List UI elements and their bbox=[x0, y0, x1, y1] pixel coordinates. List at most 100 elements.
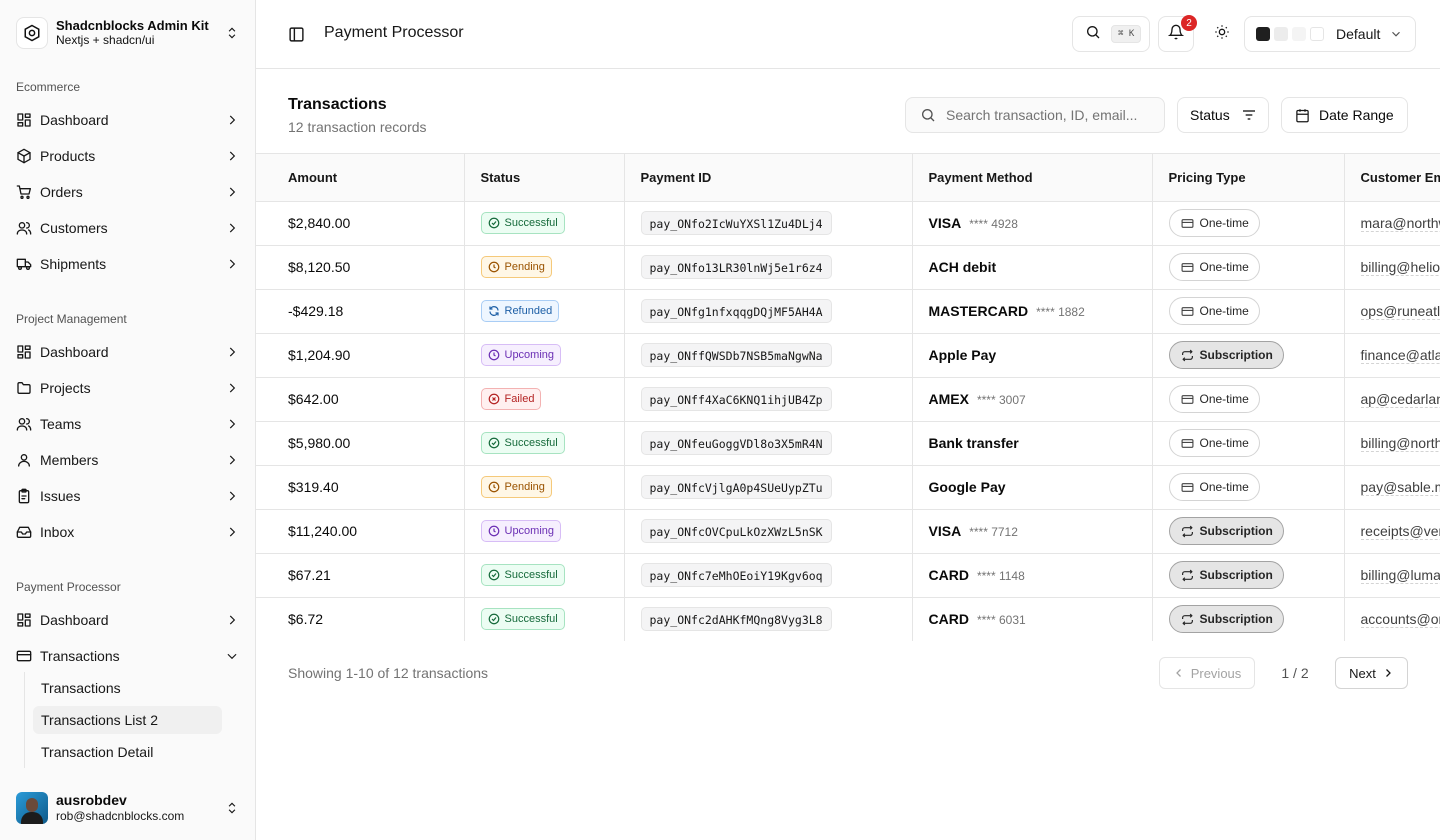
table-row[interactable]: $2,840.00 Successful pay_ONfo2IcWuYXSl1Zu4… bbox=[256, 201, 1440, 246]
column-header-customer-email[interactable]: Customer Email bbox=[1344, 154, 1440, 202]
customer-email[interactable]: pay@sable.mx bbox=[1360, 479, 1440, 496]
sidebar-item-dashboard[interactable]: Dashboard bbox=[8, 336, 248, 368]
payment-id[interactable]: pay_ONff4XaC6KNQ1ihjUB4Zp bbox=[640, 387, 832, 411]
payment-id[interactable]: pay_ONfcVjlgA0p4SUeUypZTu bbox=[640, 475, 832, 499]
previous-page-button[interactable]: Previous bbox=[1159, 657, 1255, 689]
customer-email-cell: ap@cedarlane.io bbox=[1344, 377, 1440, 422]
team-switcher[interactable]: Shadcnblocks Admin Kit Nextjs + shadcn/u… bbox=[16, 16, 240, 50]
sidebar-item-label: Transactions bbox=[40, 648, 120, 664]
sidebar-item-transactions[interactable]: Transactions bbox=[8, 640, 248, 672]
transaction-search[interactable] bbox=[905, 97, 1165, 133]
customer-email[interactable]: ops@runeatlas.dev bbox=[1360, 303, 1440, 320]
table-row[interactable]: $11,240.00 Upcoming pay_ONfcOVCpuLkOzXWzL5… bbox=[256, 509, 1440, 554]
table-row[interactable]: $67.21 Successful pay_ONfc7eMhOEoiY19Kgv6o… bbox=[256, 553, 1440, 598]
column-header-amount[interactable]: Amount bbox=[256, 154, 465, 202]
table-row[interactable]: $319.40 Pending pay_ONfcVjlgA0p4SUeUypZTu G… bbox=[256, 465, 1440, 510]
table-row[interactable]: $642.00 Failed pay_ONff4XaC6KNQ1ihjUB4Zp AM… bbox=[256, 377, 1440, 422]
date-range-button[interactable]: Date Range bbox=[1281, 97, 1408, 133]
amount-cell: $67.21 bbox=[256, 553, 465, 598]
status-badge: Upcoming bbox=[480, 344, 562, 366]
column-header-status[interactable]: Status bbox=[464, 154, 625, 202]
status-successful-icon bbox=[488, 217, 505, 229]
customer-email[interactable]: finance@atlasworks.co bbox=[1360, 347, 1440, 364]
customer-email[interactable]: accounts@orbit.so bbox=[1360, 611, 1440, 628]
sidebar-item-customers[interactable]: Customers bbox=[8, 212, 248, 244]
table-header-row: Amount Status Payment ID Payment Method … bbox=[256, 154, 1440, 202]
status-label: Successful bbox=[504, 437, 558, 449]
chevron-right-icon bbox=[224, 488, 240, 504]
sidebar-item-inbox[interactable]: Inbox bbox=[8, 516, 248, 548]
customer-email-cell: receipts@vertex.ai bbox=[1344, 509, 1440, 554]
status-label: Pending bbox=[504, 481, 545, 493]
payment-id[interactable]: pay_ONffQWSDb7NSB5maNgwNa bbox=[640, 343, 832, 367]
payment-id[interactable]: pay_ONfc7eMhOEoiY19Kgv6oq bbox=[640, 563, 832, 587]
user-menu[interactable]: ausrobdev rob@shadcnblocks.com bbox=[16, 792, 240, 824]
sidebar-subitem-transactions-list-2[interactable]: Transactions List 2 bbox=[33, 706, 222, 734]
customer-email[interactable]: mara@northwind.io bbox=[1360, 215, 1440, 232]
status-filter-button[interactable]: Status bbox=[1177, 97, 1269, 133]
payment-id-cell: pay_ONfo13LR30lnWj5e1r6z4 bbox=[624, 245, 913, 290]
table-row[interactable]: $5,980.00 Successful pay_ONfeuGoggVDl8o3X5… bbox=[256, 421, 1440, 466]
payment-id[interactable]: pay_ONfg1nfxqqgDQjMF5AH4A bbox=[640, 299, 832, 323]
sidebar-item-products[interactable]: Products bbox=[8, 140, 248, 172]
customer-email[interactable]: billing@lumanova.com bbox=[1360, 567, 1440, 584]
theme-preset-select[interactable]: Default bbox=[1244, 16, 1416, 52]
payment-id[interactable]: pay_ONfo2IcWuYXSl1Zu4DLj4 bbox=[640, 211, 832, 235]
user-name: ausrobdev bbox=[56, 792, 127, 808]
table-row[interactable]: $6.72 Successful pay_ONfc2dAHKfMQng8Vyg3L8… bbox=[256, 597, 1440, 641]
sidebar-subitem-transaction-detail[interactable]: Transaction Detail bbox=[33, 738, 222, 766]
customer-email[interactable]: billing@northpeak.com bbox=[1360, 435, 1440, 452]
status-label: Upcoming bbox=[504, 525, 555, 537]
payment-method-cell: Google Pay bbox=[912, 465, 1153, 510]
theme-toggle-button[interactable] bbox=[1206, 18, 1238, 50]
status-successful-icon bbox=[488, 437, 505, 449]
credit-card-icon bbox=[1181, 217, 1200, 230]
payment-method-name: CARD bbox=[928, 567, 969, 583]
search-input[interactable] bbox=[946, 107, 1140, 123]
payment-id[interactable]: pay_ONfo13LR30lnWj5e1r6z4 bbox=[640, 255, 832, 279]
sidebar-item-dashboard[interactable]: Dashboard bbox=[8, 604, 248, 636]
next-page-button[interactable]: Next bbox=[1335, 657, 1408, 689]
sidebar-toggle-icon[interactable] bbox=[286, 24, 306, 44]
command-search-button[interactable]: ⌘ K bbox=[1072, 16, 1150, 52]
pricing-type-badge: Subscription bbox=[1168, 517, 1284, 545]
payment-method-cell: CARD **** 1148 bbox=[912, 553, 1153, 598]
payment-method-cell: VISA **** 7712 bbox=[912, 509, 1153, 554]
search-icon bbox=[920, 107, 936, 123]
payment-id[interactable]: pay_ONfcOVCpuLkOzXWzL5nSK bbox=[640, 519, 832, 543]
column-header-payment-method[interactable]: Payment Method bbox=[912, 154, 1153, 202]
notifications-button[interactable]: 2 bbox=[1158, 15, 1197, 52]
folder-icon bbox=[16, 380, 32, 396]
column-header-payment-id[interactable]: Payment ID bbox=[624, 154, 913, 202]
sidebar-item-label: Members bbox=[40, 452, 99, 468]
sidebar-subitem-transactions[interactable]: Transactions bbox=[33, 674, 222, 702]
sidebar-item-shipments[interactable]: Shipments bbox=[8, 248, 248, 280]
status-pending-icon bbox=[488, 261, 505, 273]
page-indicator: 1 / 2 bbox=[1281, 665, 1309, 681]
payment-id[interactable]: pay_ONfeuGoggVDl8o3X5mR4N bbox=[640, 431, 832, 455]
submenu-divider bbox=[24, 672, 25, 768]
credit-card-icon bbox=[1181, 393, 1200, 406]
column-header-pricing-type[interactable]: Pricing Type bbox=[1152, 154, 1345, 202]
payment-method-name: VISA bbox=[928, 523, 962, 539]
customer-email[interactable]: billing@heliosgroup.com bbox=[1360, 259, 1440, 276]
payment-id[interactable]: pay_ONfc2dAHKfMQng8Vyg3L8 bbox=[640, 607, 832, 631]
sidebar-item-dashboard[interactable]: Dashboard bbox=[8, 104, 248, 136]
calendar-icon bbox=[1295, 108, 1310, 123]
customer-email[interactable]: receipts@vertex.ai bbox=[1360, 523, 1440, 540]
top-header: Payment Processor ⌘ K 2 Default bbox=[256, 0, 1440, 69]
status-filter-label: Status bbox=[1190, 107, 1230, 123]
table-row[interactable]: $1,204.90 Upcoming pay_ONffQWSDb7NSB5maNgw… bbox=[256, 333, 1440, 378]
sidebar-item-teams[interactable]: Teams bbox=[8, 408, 248, 440]
status-pending-icon bbox=[488, 481, 505, 493]
sidebar-item-orders[interactable]: Orders bbox=[8, 176, 248, 208]
group-label-payment-processor: Payment Processor bbox=[16, 580, 121, 594]
sidebar-item-issues[interactable]: Issues bbox=[8, 480, 248, 512]
table-row[interactable]: $8,120.50 Pending pay_ONfo13LR30lnWj5e1r6z… bbox=[256, 245, 1440, 290]
chevron-right-icon bbox=[224, 416, 240, 432]
customer-email-cell: finance@atlasworks.co bbox=[1344, 333, 1440, 378]
sidebar-item-members[interactable]: Members bbox=[8, 444, 248, 476]
table-row[interactable]: -$429.18 Refunded pay_ONfg1nfxqqgDQjMF5AH4… bbox=[256, 289, 1440, 334]
customer-email[interactable]: ap@cedarlane.io bbox=[1360, 391, 1440, 408]
sidebar-item-projects[interactable]: Projects bbox=[8, 372, 248, 404]
